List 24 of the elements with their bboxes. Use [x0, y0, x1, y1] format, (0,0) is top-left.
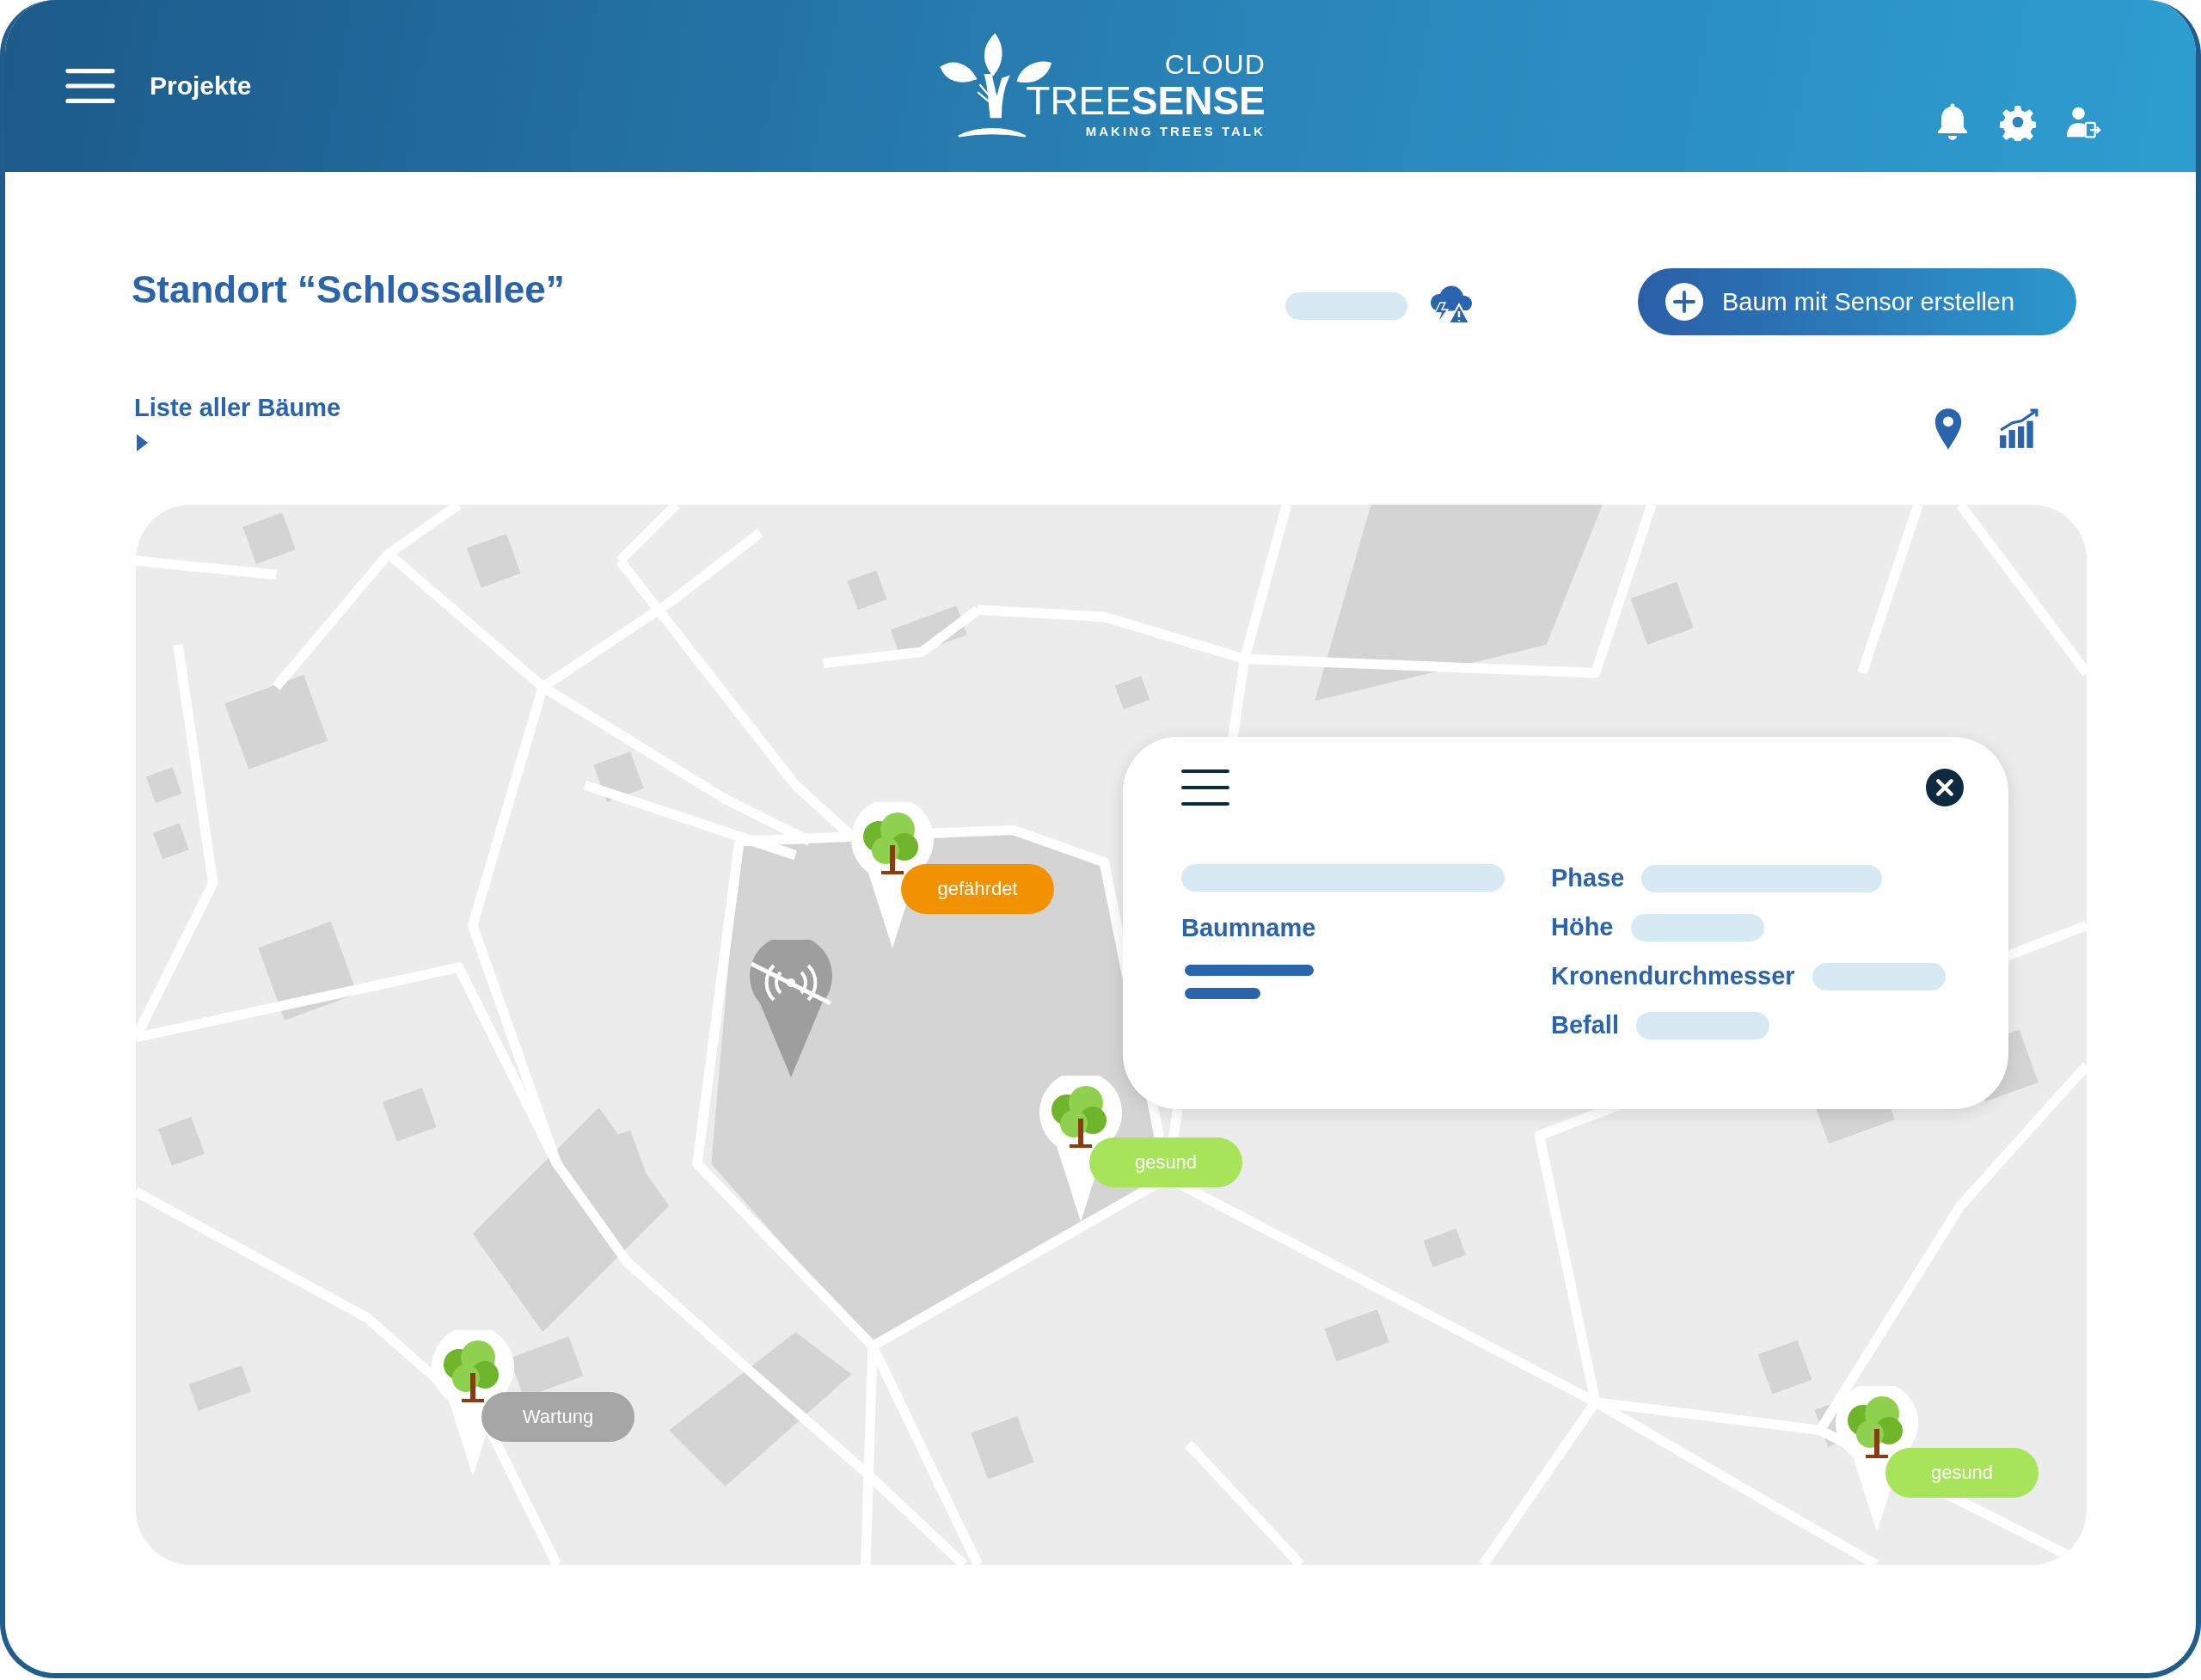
tree-list-link[interactable]: Liste aller Bäume [134, 394, 341, 422]
status-label: gesund [1885, 1448, 2039, 1498]
field-label: Befall [1551, 1011, 1619, 1039]
expand-caret-icon[interactable] [137, 434, 148, 451]
logo-cloud-text: CLOUD [1164, 48, 1266, 81]
status-label: gefährdet [901, 864, 1054, 914]
logo-tagline: MAKING TREES TALK [1085, 123, 1266, 138]
create-tree-button[interactable]: Baum mit Sensor erstellen [1638, 268, 2076, 335]
projects-label[interactable]: Projekte [150, 71, 252, 101]
map-pin-icon[interactable] [1933, 407, 1964, 451]
page-title: Standort “Schlossallee” [132, 268, 566, 311]
settings-icon[interactable] [2000, 103, 2036, 141]
menu-icon[interactable] [65, 66, 115, 106]
status-label: gesund [1089, 1137, 1242, 1187]
tree-name-label: Baumname [1181, 914, 1317, 942]
close-icon[interactable] [1926, 769, 1964, 806]
status-label: Wartung [481, 1392, 635, 1442]
field-label: Höhe [1551, 913, 1614, 941]
field-label: Phase [1551, 864, 1625, 892]
logo-name: TREESENSE [1026, 80, 1266, 120]
bar-chart-icon[interactable] [1998, 408, 2039, 450]
plus-icon [1665, 283, 1703, 321]
field-label: Kronendurchmesser [1551, 962, 1795, 990]
menu-icon[interactable] [1181, 768, 1229, 807]
